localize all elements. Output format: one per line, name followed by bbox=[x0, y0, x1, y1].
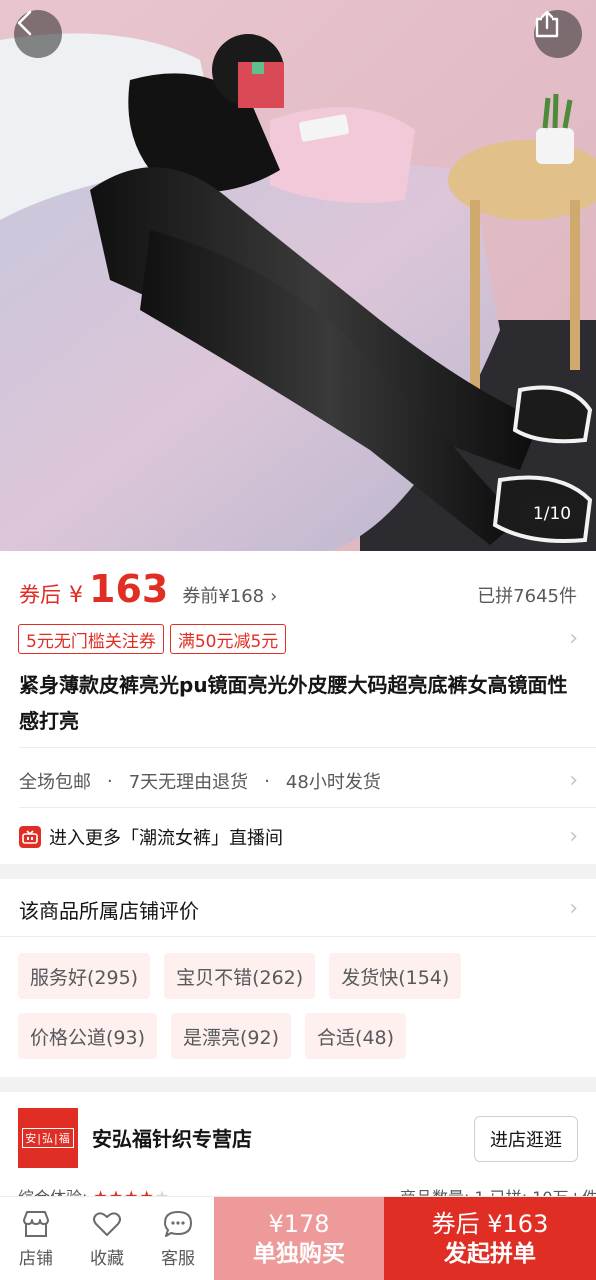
buy-alone-button[interactable]: ¥178 单独购买 bbox=[214, 1197, 384, 1280]
live-tv-icon bbox=[19, 826, 41, 848]
chevron-right-icon: › bbox=[569, 768, 578, 793]
divider bbox=[19, 747, 596, 748]
review-tag[interactable]: 发货快(154) bbox=[329, 953, 462, 999]
divider bbox=[0, 936, 596, 937]
product-info-card: 券后 ¥ 163 券前¥168 › 已拼7645件 5元无门槛关注券 满50元减… bbox=[0, 551, 596, 864]
chevron-right-icon: › bbox=[569, 896, 578, 921]
nav-favorite[interactable]: 收藏 bbox=[71, 1197, 143, 1280]
chevron-right-icon: › bbox=[569, 824, 578, 849]
review-tag[interactable]: 合适(48) bbox=[305, 1013, 407, 1059]
back-button[interactable] bbox=[14, 10, 62, 58]
product-photo bbox=[0, 0, 596, 551]
coupon-price: 163 bbox=[89, 567, 169, 611]
group-label: 发起拼单 bbox=[444, 1241, 536, 1267]
price-row: 券后 ¥ 163 券前¥168 › 已拼7645件 bbox=[19, 567, 577, 613]
shop-card: 安|弘|福 安弘福针织专营店 进店逛逛 综合体验: ★★★★★ 商品数量: 1 … bbox=[0, 1092, 596, 1207]
shop-logo[interactable]: 安|弘|福 bbox=[18, 1108, 78, 1168]
chevron-left-icon bbox=[17, 10, 32, 36]
nav-favorite-label: 收藏 bbox=[90, 1248, 124, 1269]
shop-logo-text: 安|弘|福 bbox=[22, 1128, 74, 1148]
chat-icon bbox=[164, 1210, 192, 1237]
review-tag[interactable]: 服务好(295) bbox=[18, 953, 151, 999]
separator-dot: · bbox=[264, 770, 270, 792]
enter-shop-button[interactable]: 进店逛逛 bbox=[474, 1116, 578, 1162]
coupon-row[interactable]: 5元无门槛关注券 满50元减5元 › bbox=[18, 623, 578, 655]
chevron-right-icon[interactable]: › bbox=[270, 586, 277, 607]
review-tags: 服务好(295) 宝贝不错(262) 发货快(154) 价格公道(93) 是漂亮… bbox=[18, 953, 578, 1059]
divider bbox=[19, 807, 596, 808]
coupon-tag[interactable]: 5元无门槛关注券 bbox=[18, 624, 164, 654]
sold-count: 已拼7645件 bbox=[477, 586, 577, 607]
shop-name[interactable]: 安弘福针织专营店 bbox=[92, 1123, 252, 1152]
service-guarantees[interactable]: 全场包邮 · 7天无理由退货 · 48小时发货 › bbox=[19, 759, 578, 803]
reviews-header[interactable]: 该商品所属店铺评价 › bbox=[19, 889, 578, 929]
original-price[interactable]: 券前¥168 bbox=[182, 582, 264, 608]
service-item: 48小时发货 bbox=[285, 772, 381, 793]
share-button[interactable] bbox=[534, 10, 582, 58]
live-room-link[interactable]: 进入更多「潮流女裤」直播间 › bbox=[19, 817, 578, 857]
product-image[interactable]: 1/10 bbox=[0, 0, 596, 551]
heart-icon bbox=[93, 1211, 121, 1236]
store-icon bbox=[23, 1210, 49, 1237]
reviews-title: 该商品所属店铺评价 bbox=[19, 898, 199, 923]
bottom-action-bar: 店铺 收藏 客服 ¥178 单独购买 券后 ¥163 发起拼单 bbox=[0, 1196, 596, 1280]
service-item: 全场包邮 bbox=[19, 772, 91, 793]
coupon-tag[interactable]: 满50元减5元 bbox=[169, 624, 287, 654]
separator-dot: · bbox=[107, 770, 113, 792]
nav-shop-label: 店铺 bbox=[19, 1248, 53, 1269]
service-item: 7天无理由退货 bbox=[128, 772, 249, 793]
review-tag[interactable]: 价格公道(93) bbox=[18, 1013, 158, 1059]
live-room-text: 进入更多「潮流女裤」直播间 bbox=[49, 828, 283, 849]
currency-symbol: ¥ bbox=[69, 583, 83, 608]
solo-label: 单独购买 bbox=[253, 1241, 345, 1267]
shop-reviews-card: 该商品所属店铺评价 › 服务好(295) 宝贝不错(262) 发货快(154) … bbox=[0, 879, 596, 1077]
nav-shop[interactable]: 店铺 bbox=[0, 1197, 72, 1280]
review-tag[interactable]: 宝贝不错(262) bbox=[164, 953, 316, 999]
chevron-right-icon: › bbox=[569, 626, 578, 651]
price-label: 券后 bbox=[19, 583, 61, 607]
nav-service[interactable]: 客服 bbox=[142, 1197, 214, 1280]
group-buy-button[interactable]: 券后 ¥163 发起拼单 bbox=[384, 1197, 596, 1280]
share-icon bbox=[535, 10, 559, 38]
nav-service-label: 客服 bbox=[161, 1248, 195, 1269]
solo-price: ¥178 bbox=[268, 1210, 330, 1238]
product-title: 紧身薄款皮裤亮光pu镜面亮光外皮腰大码超亮底裤女高镜面性感打亮 bbox=[19, 673, 568, 733]
group-price: 券后 ¥163 bbox=[431, 1210, 549, 1238]
image-page-indicator: 1/10 bbox=[520, 497, 584, 531]
review-tag[interactable]: 是漂亮(92) bbox=[171, 1013, 292, 1059]
